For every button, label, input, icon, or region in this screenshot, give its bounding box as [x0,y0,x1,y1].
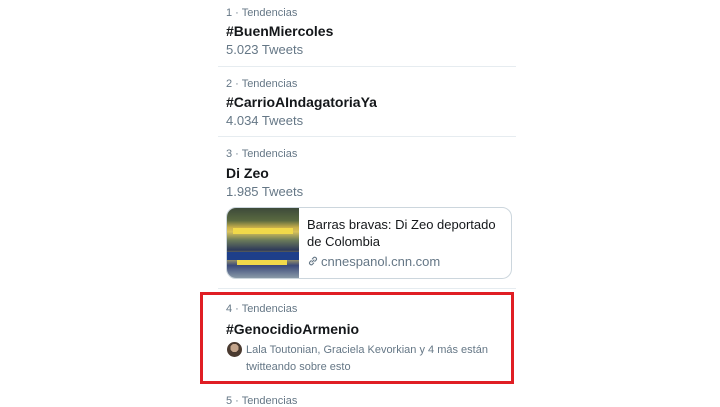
trend-meta: 3 · Tendencias [226,148,298,160]
trend-name[interactable]: Di Zeo [226,165,269,181]
link-icon [308,256,318,266]
news-domain-text: cnnespanol.cnn.com [321,254,441,269]
trend-count: 5.023 Tweets [226,42,304,57]
trend-meta: 1 · Tendencias [226,7,298,19]
trend-item-5[interactable]: 5 · Tendencias [218,386,516,407]
news-thumbnail [227,208,299,278]
highlight-box [200,292,514,384]
trend-name[interactable]: #CarrioAIndagatoriaYa [226,94,377,110]
trend-meta: 5 · Tendencias [226,395,298,407]
news-card-title: Barras bravas: Di Zeo deportado de Colom… [307,217,496,249]
trend-count: 4.034 Tweets [226,113,304,128]
trend-item-2[interactable]: 2 · Tendencias #CarrioAIndagatoriaYa 4.0… [218,67,516,136]
news-card[interactable]: Barras bravas: Di Zeo deportado de Colom… [226,207,512,279]
trend-meta: 2 · Tendencias [226,78,298,90]
trend-item-1[interactable]: 1 · Tendencias #BuenMiercoles 5.023 Twee… [218,0,516,66]
trend-count: 1.985 Tweets [226,184,304,199]
trend-name[interactable]: #BuenMiercoles [226,23,333,39]
news-card-domain[interactable]: cnnespanol.cnn.com [307,254,440,269]
